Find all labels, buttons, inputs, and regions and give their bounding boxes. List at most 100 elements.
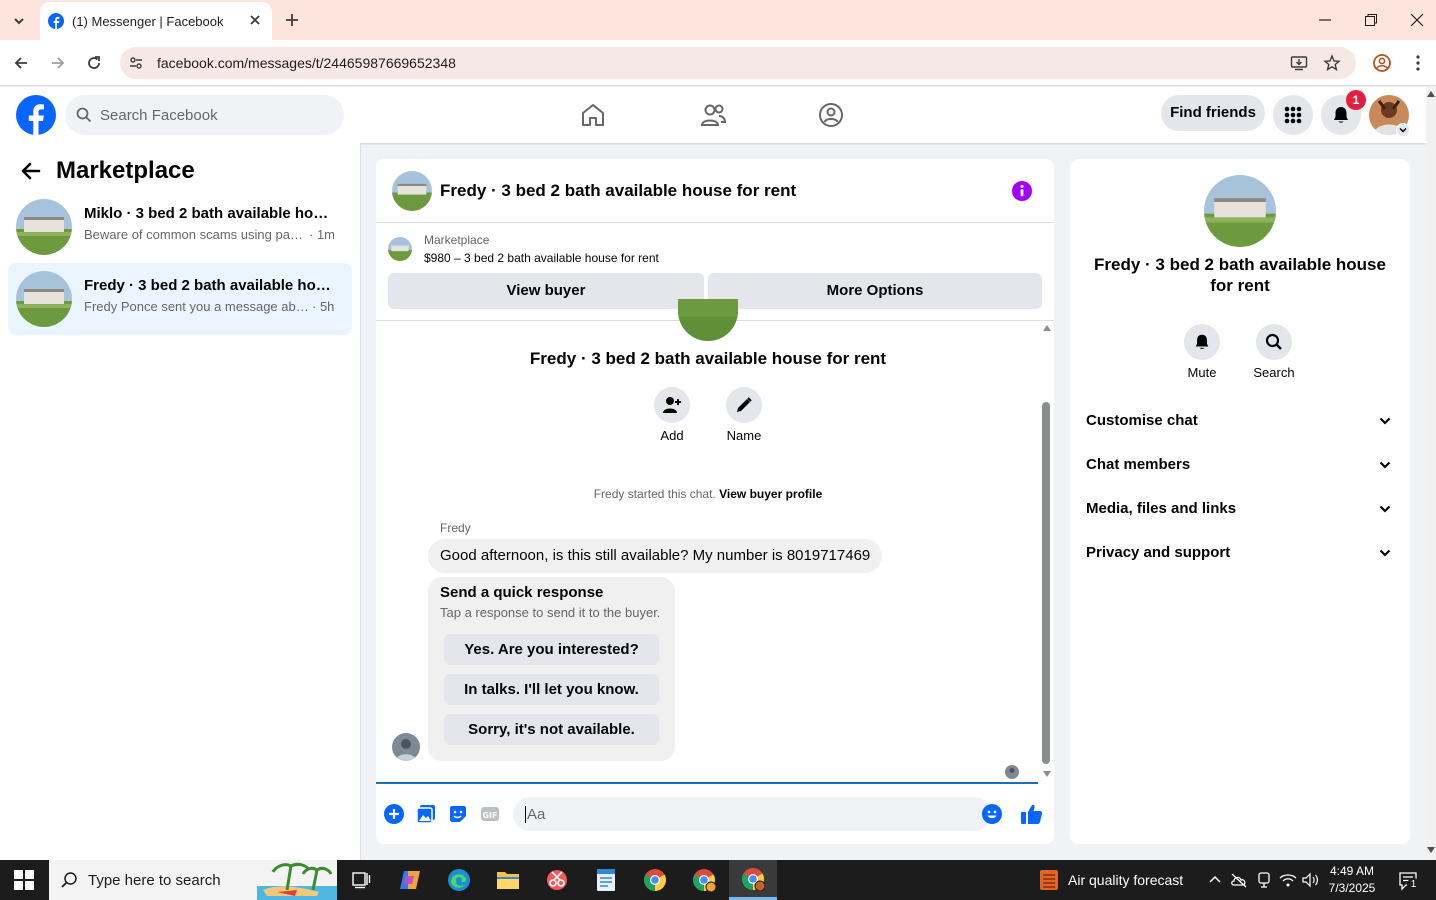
home-icon[interactable] bbox=[580, 102, 606, 128]
friends-icon[interactable] bbox=[699, 102, 727, 128]
snipping-tool-icon[interactable] bbox=[533, 860, 581, 900]
menu-button[interactable] bbox=[1273, 95, 1313, 135]
chat-scrollbar-thumb[interactable] bbox=[1042, 402, 1050, 764]
chrome-icon[interactable] bbox=[631, 860, 679, 900]
tab-close-icon[interactable] bbox=[248, 13, 262, 27]
media-files-links-section[interactable]: Media, files and links bbox=[1086, 489, 1394, 529]
edit-name-button[interactable] bbox=[726, 387, 762, 423]
file-explorer-icon[interactable] bbox=[484, 860, 532, 900]
windows-start-icon[interactable] bbox=[14, 870, 34, 890]
minimize-icon[interactable] bbox=[1317, 12, 1333, 28]
listing-thumbnail bbox=[388, 237, 412, 261]
facebook-search-input[interactable]: Search Facebook bbox=[65, 95, 344, 135]
onedrive-offline-icon[interactable] bbox=[1230, 872, 1248, 888]
meet-now-icon[interactable] bbox=[1256, 872, 1272, 888]
tab-search-chevron-icon[interactable] bbox=[10, 12, 28, 30]
forward-icon[interactable] bbox=[49, 54, 67, 72]
chat-header: Fredy · 3 bed 2 bath available house for… bbox=[376, 159, 1054, 223]
chevron-down-icon bbox=[1378, 502, 1392, 516]
sidebar-title: Marketplace bbox=[56, 157, 195, 184]
like-icon[interactable] bbox=[1020, 803, 1044, 825]
add-label: Add bbox=[660, 428, 684, 443]
chrome-active-icon[interactable] bbox=[729, 860, 777, 900]
chat-avatar[interactable] bbox=[392, 171, 432, 211]
edge-browser-icon[interactable] bbox=[435, 860, 483, 900]
find-friends-button[interactable]: Find friends bbox=[1161, 95, 1265, 131]
sticker-icon[interactable] bbox=[448, 804, 468, 824]
page-scrollbar[interactable] bbox=[1426, 87, 1436, 860]
task-view-icon[interactable] bbox=[337, 860, 385, 900]
new-tab-icon[interactable] bbox=[283, 11, 301, 29]
message-input[interactable]: Aa bbox=[513, 797, 1002, 831]
weather-widget[interactable]: Air quality forecast bbox=[1068, 872, 1183, 888]
address-bar[interactable]: facebook.com/messages/t/2446598766965234… bbox=[120, 47, 1356, 79]
plus-circle-icon[interactable] bbox=[384, 804, 404, 824]
volume-icon[interactable] bbox=[1302, 872, 1320, 888]
view-buyer-profile-link[interactable]: View buyer profile bbox=[719, 487, 822, 501]
account-chevron-icon[interactable] bbox=[1396, 123, 1410, 137]
chrome-profile-icon[interactable] bbox=[680, 860, 728, 900]
customise-chat-section[interactable]: Customise chat bbox=[1086, 401, 1394, 441]
profile-icon[interactable] bbox=[1372, 53, 1392, 73]
info-icon[interactable] bbox=[1012, 181, 1032, 201]
mute-label: Mute bbox=[1187, 365, 1217, 380]
clock-time[interactable]: 4:49 AM bbox=[1326, 864, 1378, 878]
groups-icon[interactable] bbox=[818, 102, 844, 128]
quick-response-option[interactable]: Sorry, it's not available. bbox=[444, 714, 659, 745]
sender-avatar[interactable] bbox=[392, 733, 420, 761]
search-icon bbox=[76, 107, 92, 123]
privacy-support-section[interactable]: Privacy and support bbox=[1086, 533, 1394, 573]
taskbar-search-placeholder: Type here to search bbox=[88, 872, 221, 889]
quick-response-option[interactable]: Yes. Are you interested? bbox=[444, 634, 659, 665]
clock-date[interactable]: 7/3/2025 bbox=[1326, 881, 1378, 895]
chat-title[interactable]: Fredy · 3 bed 2 bath available house for… bbox=[440, 181, 796, 201]
taskbar-search-input[interactable]: Type here to search bbox=[49, 860, 337, 900]
chat-panel: Fredy · 3 bed 2 bath available house for… bbox=[376, 159, 1054, 844]
restore-icon[interactable] bbox=[1363, 12, 1379, 28]
search-icon bbox=[1265, 333, 1283, 351]
view-buyer-button[interactable]: View buyer bbox=[388, 273, 704, 309]
reload-icon[interactable] bbox=[85, 54, 103, 72]
site-settings-icon[interactable] bbox=[128, 55, 144, 71]
info-name: Fredy · 3 bed 2 bath available house for… bbox=[1094, 255, 1386, 295]
chat-members-section[interactable]: Chat members bbox=[1086, 445, 1394, 485]
emoji-icon[interactable] bbox=[982, 804, 1002, 824]
facebook-favicon-icon bbox=[48, 13, 64, 29]
browser-menu-icon[interactable] bbox=[1410, 53, 1426, 73]
photo-icon[interactable] bbox=[416, 804, 436, 824]
install-app-icon[interactable] bbox=[1290, 54, 1308, 72]
listing-title[interactable]: $980 – 3 bed 2 bath available house for … bbox=[424, 251, 659, 265]
more-options-button[interactable]: More Options bbox=[708, 273, 1042, 309]
weather-icon[interactable] bbox=[1038, 868, 1060, 892]
search-placeholder: Search Facebook bbox=[100, 107, 218, 124]
notepad-icon[interactable] bbox=[582, 860, 630, 900]
add-people-button[interactable] bbox=[654, 387, 690, 423]
conversation-item[interactable]: Miklo · 3 bed 2 bath available house for… bbox=[8, 191, 352, 263]
browser-tab[interactable]: (1) Messenger | Facebook bbox=[40, 2, 272, 40]
quick-response-title: Send a quick response bbox=[440, 584, 604, 601]
bookmark-star-icon[interactable] bbox=[1323, 54, 1341, 72]
search-conversation-button[interactable] bbox=[1256, 324, 1292, 360]
close-window-icon[interactable] bbox=[1409, 12, 1425, 28]
facebook-logo-icon[interactable] bbox=[16, 95, 56, 135]
svg-text:GIF: GIF bbox=[482, 811, 497, 820]
gif-icon[interactable]: GIF bbox=[480, 804, 500, 824]
quick-response-card: Send a quick response Tap a response to … bbox=[428, 577, 675, 761]
back-arrow-icon[interactable] bbox=[20, 160, 42, 182]
conversation-item-active[interactable]: Fredy · 3 bed 2 bath available house for… bbox=[8, 263, 352, 335]
menu-grid-icon bbox=[1284, 106, 1302, 124]
copilot-icon[interactable] bbox=[386, 860, 434, 900]
back-icon[interactable] bbox=[12, 54, 30, 72]
chevron-down-icon bbox=[1378, 546, 1392, 560]
chevron-down-icon bbox=[1378, 414, 1392, 428]
quick-response-option[interactable]: In talks. I'll let you know. bbox=[444, 674, 659, 705]
mute-button[interactable] bbox=[1184, 324, 1220, 360]
conversation-time: · 5h bbox=[312, 299, 335, 314]
chevron-up-icon[interactable] bbox=[1207, 872, 1223, 888]
wifi-icon[interactable] bbox=[1279, 872, 1297, 888]
bell-icon bbox=[1331, 105, 1351, 125]
info-avatar[interactable] bbox=[1204, 175, 1276, 247]
message-bubble[interactable]: Good afternoon, is this still available?… bbox=[428, 539, 883, 573]
notification-badge: 1 bbox=[1346, 90, 1366, 110]
conversation-avatar bbox=[678, 299, 738, 341]
